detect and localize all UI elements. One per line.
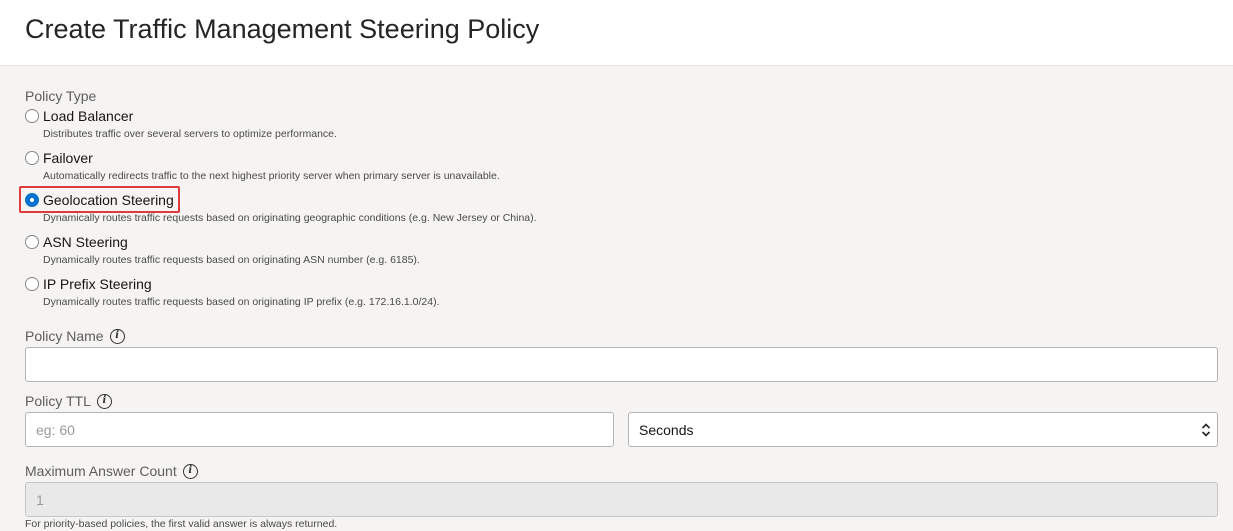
radio-description: Automatically redirects traffic to the n… xyxy=(43,170,500,182)
page-header: Create Traffic Management Steering Polic… xyxy=(0,0,1233,66)
radio-label: Load Balancer xyxy=(43,108,134,124)
ttl-unit-select[interactable]: Seconds xyxy=(628,412,1218,447)
radio-description: Dynamically routes traffic requests base… xyxy=(43,212,537,224)
radio-ip-prefix-steering[interactable]: IP Prefix Steering xyxy=(25,275,152,293)
radio-button[interactable] xyxy=(25,109,39,123)
max-answer-count-value: 1 xyxy=(36,491,44,508)
policy-name-label-text: Policy Name xyxy=(25,328,104,344)
policy-name-input[interactable] xyxy=(25,347,1218,382)
policy-type-label: Policy Type xyxy=(25,88,97,104)
radio-failover[interactable]: Failover xyxy=(25,149,93,167)
ttl-unit-selected: Seconds xyxy=(639,421,694,438)
radio-description: Dynamically routes traffic requests base… xyxy=(43,254,420,266)
policy-ttl-label-text: Policy TTL xyxy=(25,393,91,409)
radio-button-checked[interactable] xyxy=(25,193,39,207)
radio-label: Failover xyxy=(43,150,93,166)
radio-button[interactable] xyxy=(25,235,39,249)
info-icon[interactable]: i xyxy=(109,328,125,344)
policy-ttl-input[interactable]: eg: 60 xyxy=(25,412,614,447)
policy-ttl-label: Policy TTL i xyxy=(25,393,112,410)
max-answer-count-label-text: Maximum Answer Count xyxy=(25,463,177,479)
radio-asn-steering[interactable]: ASN Steering xyxy=(25,233,128,251)
max-answer-count-label: Maximum Answer Count i xyxy=(25,463,198,480)
radio-geolocation-steering[interactable]: Geolocation Steering xyxy=(25,191,174,209)
info-icon[interactable]: i xyxy=(182,463,198,479)
max-answer-count-input[interactable]: 1 xyxy=(25,482,1218,517)
select-arrows-icon xyxy=(1201,423,1211,437)
radio-button[interactable] xyxy=(25,151,39,165)
policy-ttl-placeholder: eg: 60 xyxy=(36,421,75,438)
policy-name-label: Policy Name i xyxy=(25,328,125,345)
radio-load-balancer[interactable]: Load Balancer xyxy=(25,107,133,125)
radio-label: ASN Steering xyxy=(43,234,128,250)
page-title: Create Traffic Management Steering Polic… xyxy=(25,14,540,44)
radio-description: Distributes traffic over several servers… xyxy=(43,128,337,140)
radio-description: Dynamically routes traffic requests base… xyxy=(43,296,440,308)
info-icon[interactable]: i xyxy=(96,393,112,409)
radio-button[interactable] xyxy=(25,277,39,291)
radio-label: Geolocation Steering xyxy=(43,192,174,208)
max-answer-count-hint: For priority-based policies, the first v… xyxy=(25,518,338,530)
radio-label: IP Prefix Steering xyxy=(43,276,152,292)
